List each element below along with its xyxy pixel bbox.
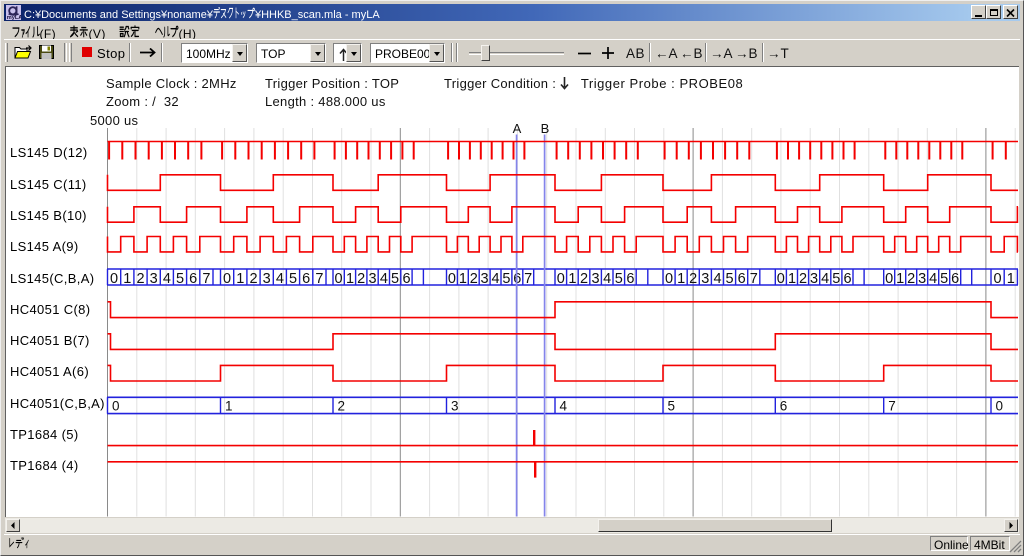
svg-text:4: 4 <box>929 271 937 287</box>
svg-text:5: 5 <box>725 271 733 287</box>
svg-text:1: 1 <box>896 271 904 287</box>
svg-text:3: 3 <box>481 271 489 287</box>
svg-text:6: 6 <box>951 271 959 287</box>
svg-text:5: 5 <box>668 399 676 414</box>
svg-text:1: 1 <box>1007 271 1015 287</box>
svg-text:3: 3 <box>592 271 600 287</box>
svg-text:5: 5 <box>832 271 840 287</box>
svg-text:2: 2 <box>136 271 144 287</box>
svg-text:3: 3 <box>451 399 459 414</box>
svg-text:6: 6 <box>738 271 746 287</box>
svg-text:6: 6 <box>626 271 634 287</box>
svg-text:3: 3 <box>918 271 926 287</box>
svg-text:3: 3 <box>810 271 818 287</box>
svg-text:2: 2 <box>799 271 807 287</box>
svg-text:4: 4 <box>603 271 611 287</box>
svg-text:2: 2 <box>580 271 588 287</box>
svg-text:6: 6 <box>780 399 788 414</box>
svg-text:7: 7 <box>524 271 532 287</box>
svg-text:1: 1 <box>568 271 576 287</box>
svg-text:0: 0 <box>557 271 565 287</box>
svg-text:5: 5 <box>391 271 399 287</box>
svg-text:1: 1 <box>459 271 467 287</box>
svg-text:0: 0 <box>994 271 1002 287</box>
svg-text:1: 1 <box>225 399 233 414</box>
svg-text:1: 1 <box>236 271 244 287</box>
svg-text:2: 2 <box>357 271 365 287</box>
svg-text:5: 5 <box>289 271 297 287</box>
svg-text:1: 1 <box>346 271 354 287</box>
svg-text:0: 0 <box>223 271 231 287</box>
svg-text:2: 2 <box>907 271 915 287</box>
svg-text:4: 4 <box>821 271 829 287</box>
svg-text:0: 0 <box>335 271 343 287</box>
svg-text:2: 2 <box>249 271 257 287</box>
svg-text:5: 5 <box>940 271 948 287</box>
svg-text:B: B <box>541 121 550 136</box>
svg-text:0: 0 <box>996 399 1004 414</box>
svg-text:0: 0 <box>112 399 120 414</box>
svg-text:A: A <box>513 121 522 136</box>
svg-text:3: 3 <box>368 271 376 287</box>
svg-text:6: 6 <box>189 271 197 287</box>
svg-text:1: 1 <box>677 271 685 287</box>
svg-text:6: 6 <box>402 271 410 287</box>
svg-text:0: 0 <box>777 271 785 287</box>
svg-text:3: 3 <box>150 271 158 287</box>
svg-text:4: 4 <box>276 271 284 287</box>
svg-text:6: 6 <box>843 271 851 287</box>
svg-text:7: 7 <box>202 271 210 287</box>
svg-text:2: 2 <box>689 271 697 287</box>
svg-text:4: 4 <box>380 271 388 287</box>
svg-text:0: 0 <box>110 271 118 287</box>
svg-text:4: 4 <box>492 271 500 287</box>
svg-text:2: 2 <box>470 271 478 287</box>
svg-text:4: 4 <box>163 271 171 287</box>
svg-text:5: 5 <box>615 271 623 287</box>
svg-text:0: 0 <box>665 271 673 287</box>
svg-text:5: 5 <box>502 271 510 287</box>
svg-text:6: 6 <box>302 271 310 287</box>
svg-text:7: 7 <box>315 271 323 287</box>
svg-text:5: 5 <box>176 271 184 287</box>
svg-text:7: 7 <box>888 399 896 414</box>
svg-text:4: 4 <box>713 271 721 287</box>
svg-text:0: 0 <box>885 271 893 287</box>
svg-text:1: 1 <box>788 271 796 287</box>
svg-text:4: 4 <box>560 399 568 414</box>
svg-text:2: 2 <box>338 399 346 414</box>
svg-text:3: 3 <box>263 271 271 287</box>
svg-text:1: 1 <box>123 271 131 287</box>
svg-text:3: 3 <box>701 271 709 287</box>
svg-text:0: 0 <box>448 271 456 287</box>
svg-text:7: 7 <box>750 271 758 287</box>
